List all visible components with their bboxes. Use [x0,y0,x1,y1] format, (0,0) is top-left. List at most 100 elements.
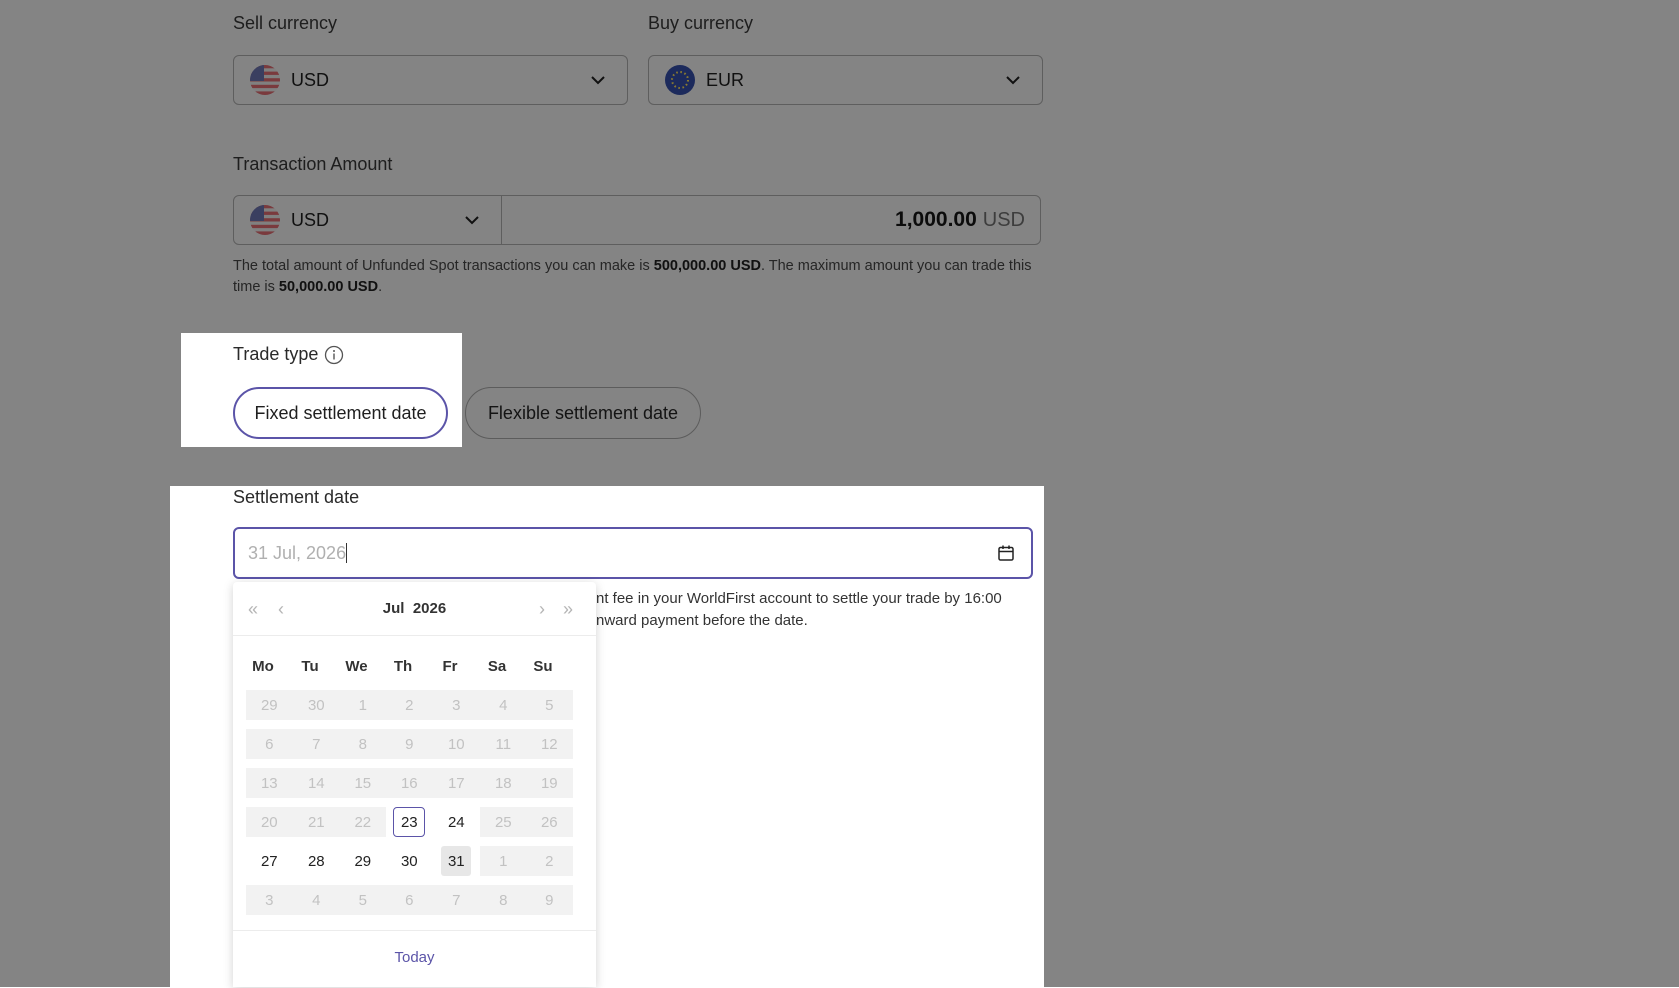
tour-overlay [0,333,181,447]
settlement-note: nt fee in your WorldFirst account to set… [596,590,1002,629]
calendar-day: 1 [339,690,387,720]
calendar-day: 4 [480,690,527,720]
weekday-tu: Tu [301,658,319,675]
calendar-day-number: 30 [307,696,325,714]
weekday-fr: Fr [442,658,458,675]
calendar-day-number: 23 [393,807,426,837]
calendar-day: 8 [339,729,387,759]
calendar-day: 17 [433,768,480,798]
calendar-day-selected[interactable]: 31 [433,846,480,876]
tour-overlay [0,0,1679,333]
calendar-day: 30 [293,690,340,720]
calendar-day-number: 3 [452,696,461,714]
weekday-su: Su [533,658,553,675]
calendar-day-number: 4 [312,891,321,909]
calendar-day: 22 [339,807,387,837]
calendar-day[interactable]: 24 [433,807,480,837]
calendar-day-number: 29 [354,852,372,870]
trade-type-label: Trade type [233,344,344,365]
settlement-date-value: 31 Jul, 2026 [248,542,347,563]
date-picker-header: « ‹ Jul 2026 › » [233,582,596,636]
calendar-day-number: 11 [495,735,512,753]
calendar-day-number: 2 [545,852,554,870]
calendar-icon[interactable] [997,544,1015,562]
weekday-we: We [345,658,368,675]
calendar-day-today[interactable]: 23 [386,807,433,837]
settlement-date-label: Settlement date [233,487,360,507]
calendar-day-number: 7 [452,891,461,909]
calendar-day-number: 9 [545,891,554,909]
calendar-day: 6 [246,729,293,759]
calendar-day[interactable]: 30 [386,846,433,876]
calendar-day-number: 28 [307,852,325,870]
tour-overlay [462,333,1679,447]
info-icon[interactable] [324,345,344,365]
calendar-day: 3 [433,690,480,720]
calendar-day: 26 [526,807,573,837]
calendar-day-number: 14 [307,774,325,792]
calendar-day: 2 [526,846,573,876]
calendar-day-number: 2 [405,696,414,714]
trade-type-spotlight: Trade type Fixed settlement date [181,333,462,447]
calendar-day[interactable]: 29 [339,846,387,876]
calendar-day-number: 30 [400,852,418,870]
year-select[interactable]: 2026 [413,600,446,617]
month-select[interactable]: Jul [383,600,405,617]
weekday-sa: Sa [487,658,507,675]
calendar-day: 9 [386,729,433,759]
calendar-day-number: 27 [260,852,278,870]
calendar-day-number: 31 [441,846,472,876]
calendar-day-number: 17 [447,774,465,792]
weekday-mo: Mo [252,658,274,675]
calendar-day: 25 [480,807,527,837]
calendar-day-number: 29 [260,696,278,714]
calendar-day-number: 20 [260,813,278,831]
calendar-day: 11 [480,729,527,759]
calendar-day: 7 [293,729,340,759]
calendar-day: 29 [246,690,293,720]
calendar-day-number: 9 [405,735,414,753]
calendar-day-number: 1 [358,696,367,714]
date-picker-popup: « ‹ Jul 2026 › » Mo Tu We Th Fr Sa Su 29 30 1 2 3 4… [233,582,596,987]
calendar-day: 19 [526,768,573,798]
date-picker-footer: Today [233,930,596,988]
calendar-day: 16 [386,768,433,798]
calendar-day-number: 7 [312,735,321,753]
calendar-day: 2 [386,690,433,720]
settlement-date-input[interactable]: 31 Jul, 2026 [233,527,1033,579]
calendar-day-number: 6 [405,891,414,909]
calendar-day-number: 5 [545,696,554,714]
calendar-day-number: 25 [494,813,512,831]
calendar-day-number: 12 [540,735,558,753]
next-month-icon[interactable]: › [539,599,545,620]
calendar-day-number: 1 [499,852,508,870]
calendar-day: 7 [433,885,480,915]
calendar-day: 9 [526,885,573,915]
calendar-day: 14 [293,768,340,798]
calendar-day: 20 [246,807,293,837]
calendar-day-number: 19 [540,774,558,792]
calendar-day[interactable]: 27 [246,846,293,876]
calendar-day-number: 15 [354,774,372,792]
calendar-day-number: 13 [260,774,278,792]
calendar-day-number: 24 [447,813,465,831]
calendar-day[interactable]: 28 [293,846,340,876]
calendar-day-number: 8 [499,891,508,909]
calendar-day-number: 4 [499,696,508,714]
fixed-settlement-date-option[interactable]: Fixed settlement date [233,387,448,439]
calendar-day-number: 21 [307,813,325,831]
calendar-day: 6 [386,885,433,915]
today-button[interactable]: Today [233,949,596,966]
tour-overlay [0,486,170,987]
calendar-day-number: 8 [358,735,367,753]
tour-overlay [0,447,1679,486]
calendar-day: 21 [293,807,340,837]
calendar-day: 18 [480,768,527,798]
weekday-th: Th [393,658,413,675]
calendar-day-number: 26 [540,813,558,831]
calendar-day: 5 [526,690,573,720]
tour-overlay [1044,486,1679,987]
next-year-icon[interactable]: » [563,599,573,620]
calendar-day-number: 10 [447,735,465,753]
calendar-day-number: 3 [265,891,274,909]
